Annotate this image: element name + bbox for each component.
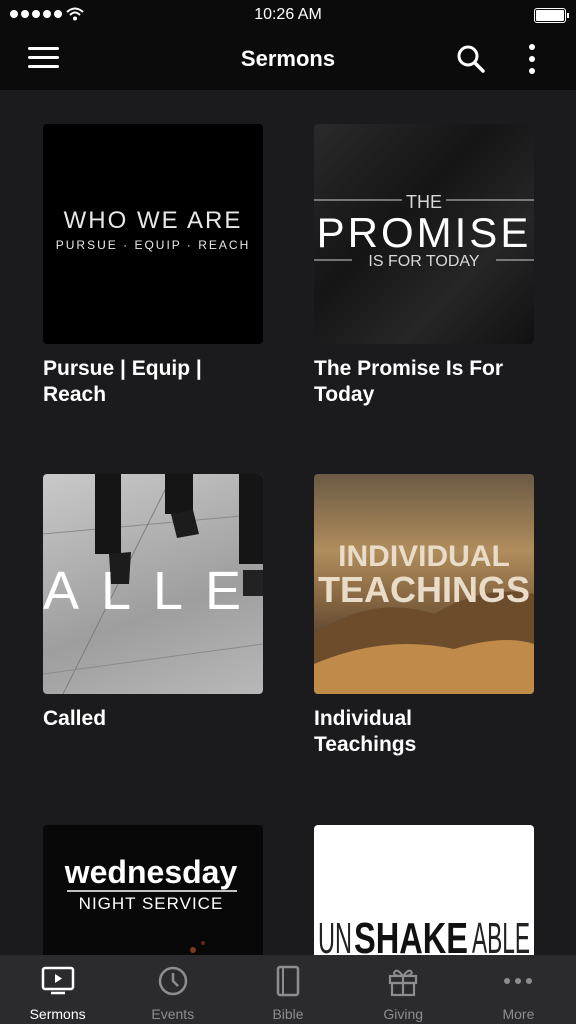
tab-label: Sermons [29, 1006, 86, 1022]
sermon-grid: WHO WE ARE PURSUE · EQUIP · REACH Pursue… [0, 90, 576, 955]
page-title: Sermons [240, 46, 336, 71]
status-time: 10:26 AM [254, 6, 322, 23]
artwork-text: wednesday [64, 854, 238, 890]
navigation-bar: Sermons [0, 30, 576, 90]
ellipsis-icon [504, 978, 533, 984]
sermon-card-called[interactable]: ALLE Called [43, 474, 263, 732]
battery-icon [534, 8, 569, 23]
artwork-text: TEACHINGS [318, 569, 530, 610]
tab-label: More [502, 1006, 535, 1022]
sermon-artwork: INDIVIDUAL TEACHINGS [314, 474, 534, 694]
gift-icon [389, 969, 418, 997]
more-options-icon[interactable] [524, 42, 540, 76]
search-icon[interactable] [456, 44, 486, 74]
sermon-title: Pursue | Equip | Reach [43, 357, 202, 406]
sermon-card-wednesday[interactable]: wednesday NIGHT SERVICE [43, 825, 263, 955]
book-icon [276, 965, 300, 997]
artwork-text: ABLE [472, 914, 530, 955]
tab-more[interactable]: More [461, 955, 576, 1024]
artwork-text: NIGHT SERVICE [79, 894, 224, 913]
sermon-artwork: THE PROMISE IS FOR TODAY [314, 124, 534, 344]
artwork-text: UN [318, 914, 352, 955]
sermon-title: Individual Teachings [314, 707, 417, 756]
tab-giving[interactable]: Giving [346, 955, 461, 1024]
status-bar: 10:26 AM [0, 0, 576, 30]
artwork-text: WHO WE ARE [64, 207, 243, 234]
sermon-card-promise[interactable]: THE PROMISE IS FOR TODAY The Promise Is … [314, 124, 534, 408]
artwork-text: PURSUE · EQUIP · REACH [56, 238, 250, 252]
sermon-card-unshakeable[interactable]: UN SHAKE ABLE [314, 825, 534, 955]
tab-sermons[interactable]: Sermons [0, 955, 115, 1024]
sermon-artwork: ALLE [43, 474, 263, 694]
sermon-artwork: wednesday NIGHT SERVICE [43, 825, 263, 955]
clock-icon [158, 966, 188, 996]
sermon-artwork: WHO WE ARE PURSUE · EQUIP · REACH [43, 124, 263, 344]
video-icon [41, 966, 74, 995]
sermon-title: Called [43, 707, 107, 730]
sermon-card-individual[interactable]: INDIVIDUAL TEACHINGS Individual Teaching… [314, 474, 534, 758]
artwork-text: ALLE [43, 561, 263, 621]
tab-label: Events [151, 1006, 195, 1022]
sermon-card-pursue[interactable]: WHO WE ARE PURSUE · EQUIP · REACH Pursue… [43, 124, 263, 408]
sermon-artwork: UN SHAKE ABLE [314, 825, 534, 955]
artwork-text: PROMISE [317, 209, 532, 256]
sermon-title: The Promise Is For Today [314, 357, 504, 406]
tab-label: Bible [272, 1006, 304, 1022]
tab-bar: Sermons Events Bible Giving More [0, 955, 576, 1024]
artwork-text: IS FOR TODAY [368, 253, 479, 270]
artwork-text: SHAKE [354, 914, 468, 955]
tab-label: Giving [383, 1006, 424, 1022]
tab-bible[interactable]: Bible [230, 955, 345, 1024]
tab-events[interactable]: Events [115, 955, 230, 1024]
